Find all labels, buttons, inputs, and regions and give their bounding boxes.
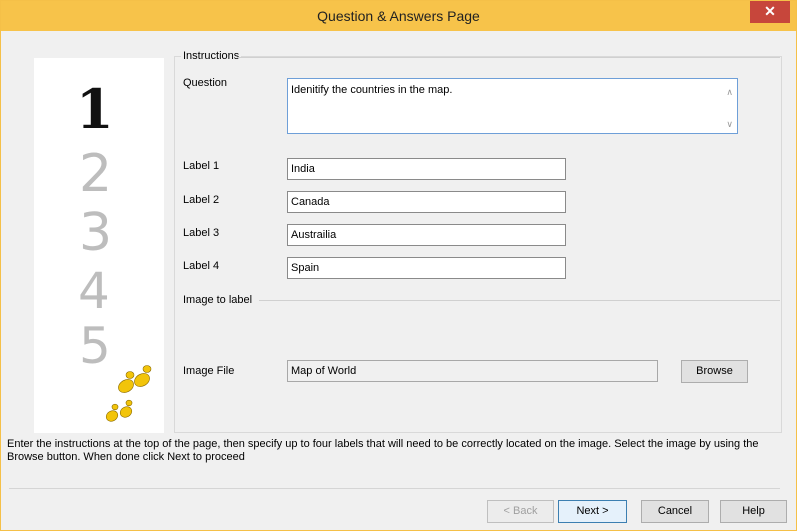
label-4-input[interactable]: Spain [287,257,566,279]
close-button[interactable]: ✕ [750,1,790,23]
scroll-up-icon[interactable]: ∧ [726,85,733,99]
label-2-label: Label 2 [183,194,220,206]
image-file-label: Image File [183,365,235,377]
next-button[interactable]: Next > [558,500,627,523]
step-number-3: 3 [79,203,112,263]
label-3-input[interactable]: Austrailia [287,224,566,246]
window-title: Question & Answers Page [317,8,480,24]
label-4-label: Label 4 [183,260,220,272]
scroll-down-icon[interactable]: ∨ [726,117,733,131]
dialog-window: Question & Answers Page ✕ 1 2 3 4 5 Inst… [0,0,797,531]
instructions-section-title: Instructions [181,50,242,62]
help-button[interactable]: Help [720,500,787,523]
step-number-5: 5 [79,317,111,375]
steps-panel: 1 2 3 4 5 [34,58,164,433]
label-2-input[interactable]: Canada [287,191,566,213]
steps-illustration: 1 2 3 4 5 [76,77,152,422]
question-textarea[interactable]: Idenitify the countries in the map. ∧ ∨ [287,78,738,134]
label-3-label: Label 3 [183,227,220,239]
image-file-field[interactable]: Map of World [287,360,658,382]
question-value: Idenitify the countries in the map. [291,84,453,96]
title-bar[interactable]: Question & Answers Page ✕ [1,1,796,31]
browse-button[interactable]: Browse [681,360,748,383]
label-1-input[interactable]: India [287,158,566,180]
cancel-button[interactable]: Cancel [641,500,709,523]
instructions-divider [237,57,780,58]
help-text: Enter the instructions at the top of the… [7,438,759,463]
back-button[interactable]: < Back [487,500,554,523]
label-1-label: Label 1 [183,160,220,172]
question-label: Question [183,77,228,89]
step-number-2: 2 [79,144,112,204]
footprints-icon [105,365,152,422]
close-icon: ✕ [764,3,776,19]
step-number-4: 4 [78,262,110,320]
image-section-title: Image to label [181,294,255,306]
image-section-divider [259,300,780,301]
step-number-1: 1 [76,77,114,141]
footer-divider [9,488,780,489]
